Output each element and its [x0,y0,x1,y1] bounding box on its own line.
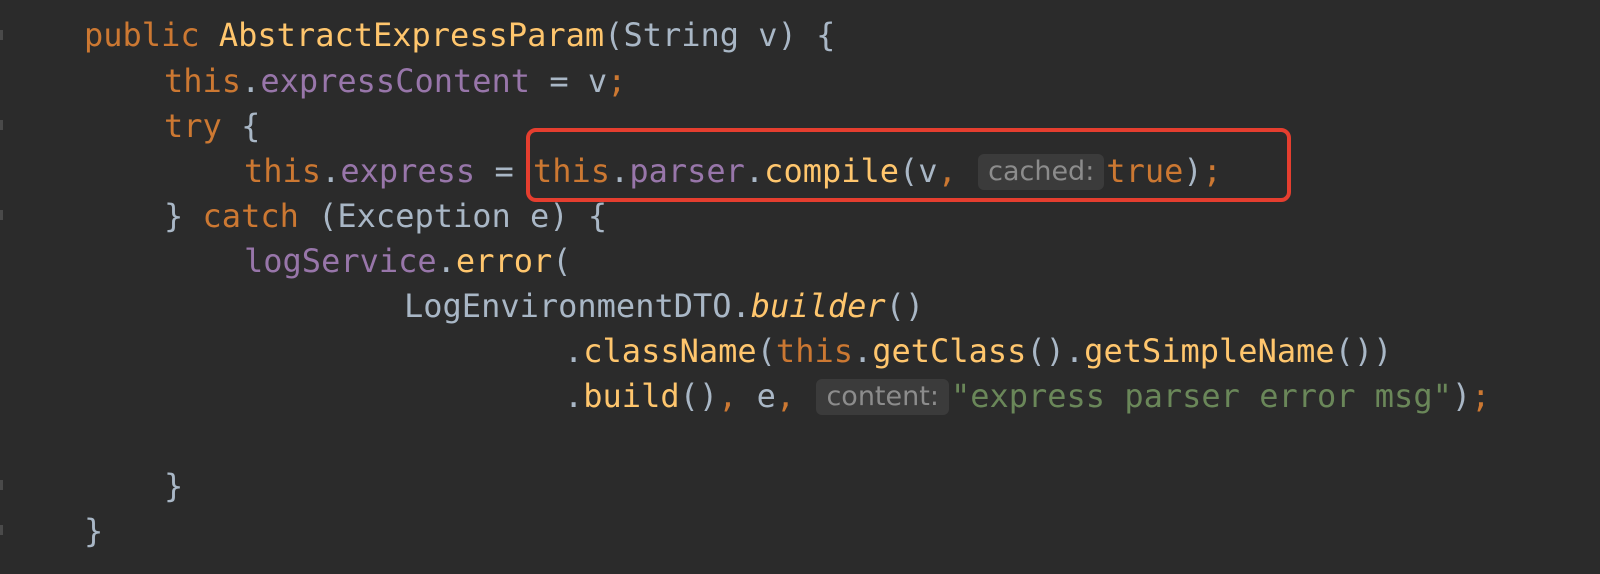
code-line-9[interactable]: .build(), e, content: "express parser err… [564,373,1490,419]
code-line-2[interactable]: this.expressContent = v; [164,58,626,104]
code-line-6[interactable]: logService.error( [244,238,572,284]
dot-operator: . [564,332,584,370]
catch-clause: (Exception e) { [298,197,608,235]
code-line-7[interactable]: LogEnvironmentDTO.builder() [404,283,924,329]
dot-operator: . [436,242,456,280]
keyword-this: this [775,332,853,370]
parens: ()) [1334,332,1393,370]
close-brace: } [84,512,104,550]
field-log-service: logService [244,242,437,280]
comma: , [718,377,757,415]
method-get-class: getClass [872,332,1027,370]
dot-operator: . [241,62,261,100]
code-line-8[interactable]: .className(this.getClass().getSimpleName… [564,328,1392,374]
code-line-10[interactable]: } [164,463,183,509]
code-line-3[interactable]: try { [164,103,260,149]
variable-e: e [756,377,776,415]
keyword-try: try [164,107,222,145]
keyword-this: this [164,62,242,100]
keyword-catch: catch [202,197,299,235]
close-brace: } [164,467,184,505]
dot-operator: . [321,152,341,190]
gutter-fold-marker[interactable] [0,120,3,130]
parens: () [885,287,925,325]
close-paren: ) [1451,377,1472,415]
keyword-this: this [244,152,322,190]
gutter-fold-marker[interactable] [0,480,3,490]
open-paren: ( [552,242,572,280]
code-line-1[interactable]: public AbstractExpressParam(String v) { [84,12,835,58]
semicolon: ; [607,62,627,100]
gutter-fold-marker[interactable] [0,525,3,535]
field-express-content: expressContent [260,62,531,100]
string-literal: "express parser error msg" [950,377,1452,415]
gutter-fold-marker[interactable] [0,30,3,40]
assignment-text: = v [530,62,608,100]
comma: , [775,377,815,415]
open-brace: { [221,107,261,145]
open-paren: ( [756,332,776,370]
semicolon: ; [1471,377,1491,415]
gutter-fold-marker[interactable] [0,210,3,220]
method-builder: builder [750,287,886,325]
dot-operator: . [852,332,873,370]
constructor-params: (String v) { [604,16,836,54]
method-class-name: className [583,332,757,370]
constructor-name: AbstractExpressParam [218,16,605,54]
method-get-simple-name: getSimpleName [1084,332,1335,370]
method-error: error [455,242,553,280]
dot-operator: . [731,287,751,325]
code-line-11[interactable]: } [84,508,103,554]
field-express: express [340,152,476,190]
close-brace: } [164,197,203,235]
parens: () [1026,332,1065,370]
keyword-public: public [84,16,200,54]
parens: () [679,377,719,415]
assignment-operator: = [475,152,533,190]
class-log-environment-dto: LogEnvironmentDTO [404,287,732,325]
code-editor[interactable]: public AbstractExpressParam(String v) { … [0,0,1600,574]
method-build: build [583,377,680,415]
highlight-annotation-box [526,128,1291,202]
dot-operator: . [1064,332,1085,370]
dot-operator: . [564,377,584,415]
parameter-hint-content: content: [816,379,949,415]
